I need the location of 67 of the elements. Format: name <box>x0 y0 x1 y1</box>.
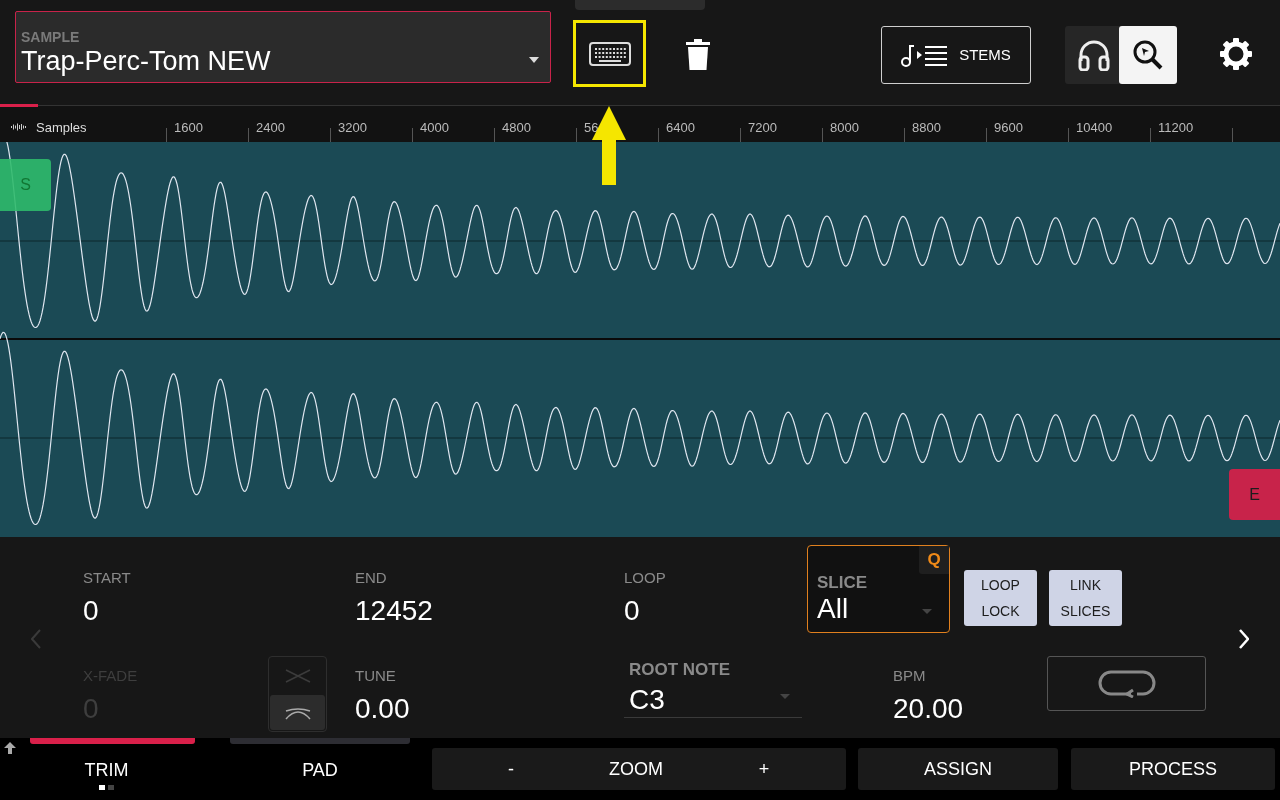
param-label: START <box>83 569 132 587</box>
ruler-tick-label: 6400 <box>666 119 695 137</box>
param-value[interactable]: 0 <box>624 595 807 627</box>
delete-button[interactable] <box>684 36 712 72</box>
param-value[interactable]: 12452 <box>355 595 624 627</box>
caret-icon <box>922 609 932 614</box>
slice-value: All <box>817 593 849 625</box>
ruler-tick-label: 4000 <box>420 119 449 137</box>
headphones-icon <box>1077 39 1111 71</box>
music-list-icon <box>901 43 948 67</box>
quantize-badge: Q <box>919 546 949 574</box>
crossfade-option[interactable] <box>270 695 325 730</box>
loop-button[interactable] <box>1047 656 1206 711</box>
param-label: TUNE <box>355 667 397 685</box>
keyboard-button[interactable] <box>573 20 646 87</box>
ruler-label: Samples <box>36 119 87 137</box>
action-button[interactable]: ASSIGN <box>858 748 1058 790</box>
tab[interactable]: PAD <box>230 746 410 800</box>
up-arrow-icon <box>3 741 17 755</box>
stems-button[interactable]: STEMS <box>881 26 1031 84</box>
caret-icon <box>529 57 539 63</box>
root-note-dropdown[interactable]: ROOT NOTE C3 <box>624 656 802 718</box>
param-label: END <box>355 569 388 587</box>
sample-name: Trap-Perc-Tom NEW <box>21 45 271 77</box>
ruler-tick-label: 11200 <box>1158 119 1194 137</box>
param-label: LOOP <box>624 569 667 587</box>
zoom-cursor-button[interactable] <box>1119 26 1177 84</box>
next-button[interactable] <box>1236 627 1252 651</box>
settings-icon <box>1220 38 1252 70</box>
slice-dropdown[interactable]: SLICE All Q <box>807 545 950 633</box>
ruler-tick-label: 9600 <box>994 119 1023 137</box>
toggle-button[interactable]: LINK SLICES <box>1049 570 1122 626</box>
root-note-value: C3 <box>629 684 665 716</box>
ruler-tick-label: 10400 <box>1076 119 1113 137</box>
param-value[interactable]: 20.00 <box>893 693 1047 725</box>
ruler-tick-label: 2400 <box>256 119 285 137</box>
keyboard-icon <box>588 41 631 66</box>
ruler-tick-label: 8800 <box>912 119 941 137</box>
sample-label: SAMPLE <box>21 30 81 44</box>
trash-icon <box>686 38 710 70</box>
root-note-label: ROOT NOTE <box>629 660 732 680</box>
ruler-tick-label: 8000 <box>830 119 859 137</box>
param-label: BPM <box>893 667 927 685</box>
toggle-button[interactable]: LOOP LOCK <box>964 570 1037 626</box>
param-value[interactable]: 0.00 <box>355 693 624 725</box>
zoom-label: ZOOM <box>608 757 664 781</box>
zoom-out-button[interactable]: - <box>432 748 590 790</box>
chevron-right-icon <box>1239 629 1249 649</box>
crossfade-curve-icon <box>283 667 312 684</box>
ruler-tick-label: 1600 <box>174 119 203 137</box>
ruler-tick-label: 3200 <box>338 119 367 137</box>
ruler-tick-label: 7200 <box>748 119 777 137</box>
action-button[interactable]: PROCESS <box>1071 748 1275 790</box>
param-value[interactable]: 0 <box>83 595 355 627</box>
chevron-left-icon <box>31 629 41 649</box>
slice-label: SLICE <box>817 573 869 593</box>
sample-dropdown[interactable]: SAMPLE Trap-Perc-Tom NEW <box>15 11 551 83</box>
magnifier-cursor-icon <box>1132 39 1164 71</box>
ruler-tick-label: 56 <box>584 119 599 137</box>
waveform-icon <box>11 121 27 131</box>
tab[interactable]: TRIM <box>20 746 193 800</box>
settings-button[interactable] <box>1218 36 1254 72</box>
playhead-marker <box>0 104 38 107</box>
ruler-tick-label: 4800 <box>502 119 531 137</box>
zoom-in-button[interactable]: + <box>682 748 846 790</box>
caret-icon <box>780 694 790 699</box>
loop-icon <box>1096 669 1157 698</box>
